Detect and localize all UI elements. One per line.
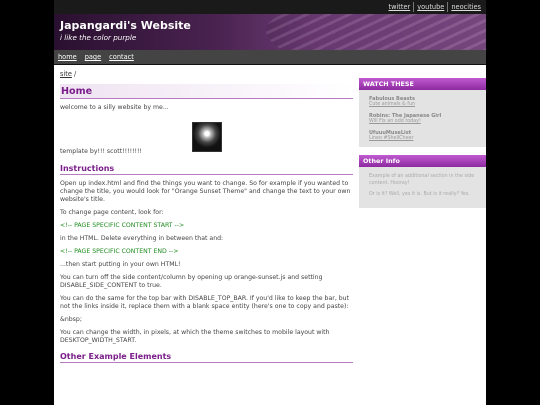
instructions-paragraph-3: in the HTML. Delete everything in betwee… — [60, 235, 224, 242]
instructions-paragraph-7: You can change the width, in pixels, at … — [60, 329, 330, 344]
sunset-thumbnail-image — [192, 122, 222, 152]
page-container: twitter youtube neocities Japangardi's W… — [54, 0, 486, 405]
other-info-text-2: Or is it? Well, yes it is. But is it rea… — [369, 192, 470, 197]
main-content: site / Home welcome to a silly website b… — [60, 70, 353, 363]
other-info-text-1: Example of an additional section in the … — [369, 174, 475, 186]
list-item-link[interactable]: Lineo #ShellCheer — [369, 136, 480, 141]
instructions-heading: Instructions — [60, 164, 353, 175]
side-spacer — [359, 147, 486, 155]
nav-item-home[interactable]: home — [54, 50, 81, 64]
site-tagline: i like the color purple — [60, 33, 137, 42]
welcome-text: welcome to a silly website by me... — [60, 104, 169, 111]
other-info-heading: Other Info — [359, 155, 486, 167]
instructions-paragraph-1: Open up index.html and find the things y… — [60, 180, 351, 203]
breadcrumb-site-link[interactable]: site — [60, 70, 72, 78]
instructions-paragraph-5: You can turn off the side content/column… — [60, 274, 323, 289]
list-item: Robins: The Japanese Girl Will Fix an od… — [369, 113, 480, 124]
nav-item-contact[interactable]: contact — [105, 50, 138, 64]
page-title: Home — [60, 84, 353, 99]
list-item-link[interactable]: Cute animals & fun — [369, 102, 480, 107]
code-content-end: <!-- PAGE SPECIFIC CONTENT END --> — [60, 248, 179, 255]
site-header: Japangardi's Website i like the color pu… — [54, 14, 486, 50]
header-decoration — [266, 14, 486, 50]
other-info-panel: Example of an additional section in the … — [359, 167, 486, 208]
breadcrumb: site / — [60, 70, 353, 78]
watch-these-panel: Fabulous Beasts Cute animals & fun Robin… — [359, 90, 486, 147]
breadcrumb-separator: / — [74, 70, 77, 78]
neocities-link[interactable]: neocities — [447, 2, 484, 12]
social-links: twitter youtube neocities — [385, 2, 484, 12]
list-item-link[interactable]: Will Fix an odd today! — [369, 119, 480, 124]
instructions-paragraph-4: ...then start putting in your own HTML! — [60, 261, 181, 268]
list-item: Fabulous Beasts Cute animals & fun — [369, 96, 480, 107]
nbsp-entity-text: &nbsp; — [60, 316, 82, 323]
site-title: Japangardi's Website — [60, 19, 191, 32]
twitter-link[interactable]: twitter — [385, 2, 413, 12]
instructions-paragraph-6: You can do the same for the top bar with… — [60, 295, 350, 310]
nav-item-page[interactable]: page — [81, 50, 105, 64]
main-nav: home page contact — [54, 50, 486, 65]
code-content-start: <!-- PAGE SPECIFIC CONTENT START --> — [60, 222, 185, 229]
youtube-link[interactable]: youtube — [413, 2, 447, 12]
list-item: UfuuuMuseList Lineo #ShellCheer — [369, 130, 480, 141]
other-elements-heading: Other Example Elements — [60, 352, 353, 363]
side-content: WATCH THESE Fabulous Beasts Cute animals… — [359, 78, 486, 208]
instructions-paragraph-2: To change page content, look for: — [60, 209, 164, 216]
top-bar: twitter youtube neocities — [54, 0, 486, 14]
watch-these-heading: WATCH THESE — [359, 78, 486, 90]
